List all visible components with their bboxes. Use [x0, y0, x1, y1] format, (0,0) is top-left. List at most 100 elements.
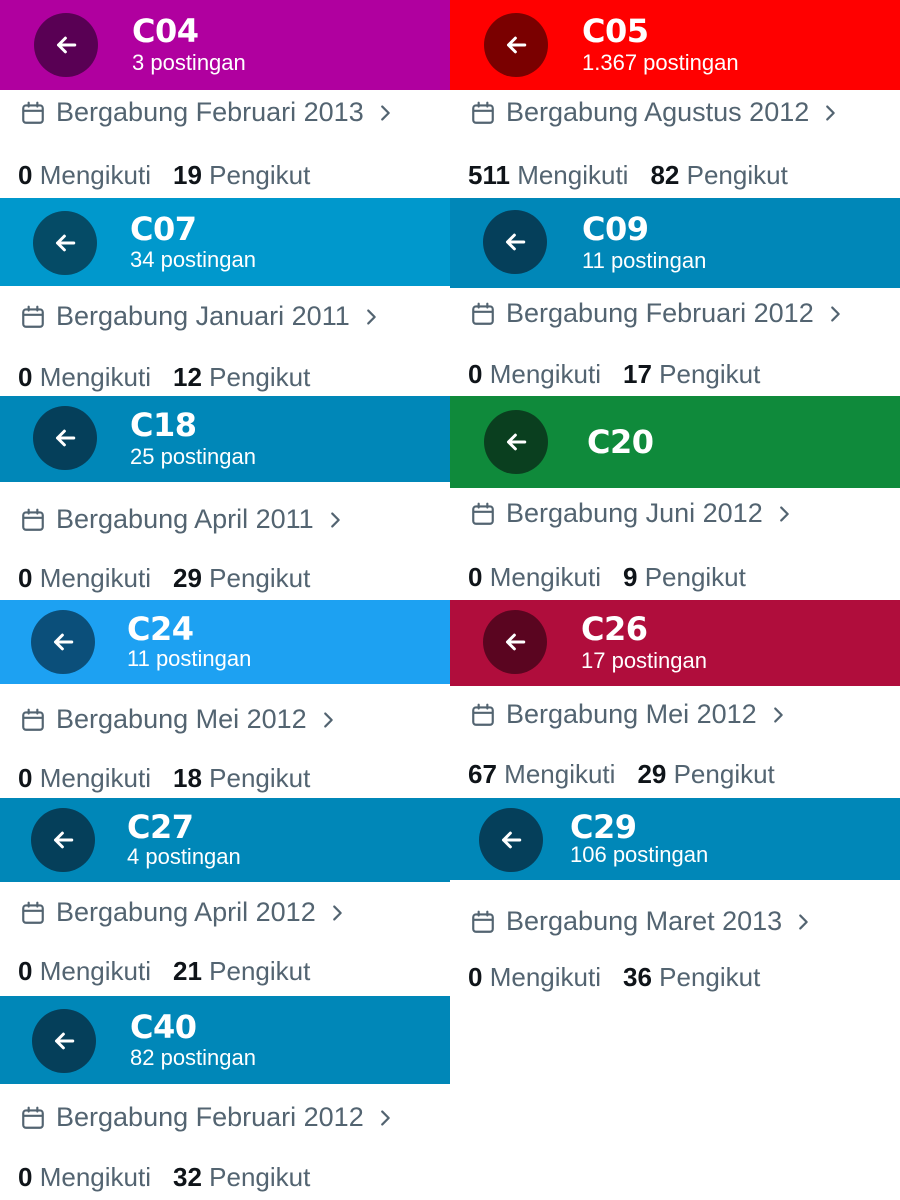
arrow-left-icon — [506, 233, 526, 251]
profile-header: C26 17 postingan — [450, 600, 900, 686]
profile-card: C20 Bergabung Juni 2012 0 Mengikuti 9 Pen… — [450, 396, 900, 596]
following-link[interactable]: 0 Mengikuti — [18, 1162, 151, 1192]
followers-label: Pengikut — [209, 1162, 311, 1192]
following-link[interactable]: 0 Mengikuti — [18, 160, 151, 190]
following-link[interactable]: 0 Mengikuti — [18, 763, 151, 793]
following-link[interactable]: 0 Mengikuti — [18, 956, 151, 986]
post-count: 11 postingan — [582, 248, 707, 273]
followers-link[interactable]: 29 Pengikut — [637, 759, 774, 789]
post-count: 1.367 postingan — [582, 50, 739, 75]
back-button[interactable] — [484, 410, 548, 474]
followers-label: Pengikut — [209, 956, 311, 986]
followers-link[interactable]: 29 Pengikut — [173, 563, 310, 593]
profile-card: C26 17 postingan Bergabung Mei 2012 67 M… — [450, 600, 900, 800]
followers-link[interactable]: 21 Pengikut — [173, 956, 310, 986]
joined-date: Bergabung April 2012 — [56, 897, 316, 927]
following-count: 511 — [468, 160, 510, 190]
calendar-icon — [22, 508, 44, 531]
followers-link[interactable]: 18 Pengikut — [173, 763, 310, 793]
joined-date-link[interactable]: Bergabung Mei 2012 — [470, 699, 789, 730]
post-count: 17 postingan — [581, 648, 707, 673]
post-count: 3 postingan — [132, 50, 246, 75]
following-count: 0 — [18, 763, 33, 793]
following-link[interactable]: 0 Mengikuti — [468, 562, 601, 592]
calendar-icon — [472, 302, 494, 325]
profile-name: C26 — [581, 610, 648, 648]
followers-link[interactable]: 36 Pengikut — [623, 962, 760, 992]
following-label: Mengikuti — [39, 956, 151, 986]
joined-date-link[interactable]: Bergabung Februari 2012 — [20, 1102, 396, 1133]
following-label: Mengikuti — [39, 1162, 151, 1192]
back-button[interactable] — [32, 1009, 96, 1073]
back-button[interactable] — [31, 808, 95, 872]
calendar-icon — [22, 101, 44, 124]
calendar-icon — [472, 101, 494, 124]
back-button[interactable] — [483, 610, 547, 674]
back-button[interactable] — [483, 210, 547, 274]
profile-card: C29 106 postingan Bergabung Maret 2013 0… — [450, 798, 900, 998]
followers-link[interactable]: 19 Pengikut — [173, 160, 310, 190]
post-count: 106 postingan — [570, 842, 709, 867]
arrow-left-icon — [55, 1032, 75, 1050]
chevron-right-icon — [332, 904, 342, 921]
joined-date-link[interactable]: Bergabung Februari 2013 — [20, 97, 396, 128]
back-button[interactable] — [34, 13, 98, 77]
calendar-icon — [472, 910, 494, 933]
followers-link[interactable]: 17 Pengikut — [623, 359, 760, 389]
followers-count: 29 — [637, 759, 667, 789]
joined-date-link[interactable]: Bergabung Januari 2011 — [20, 301, 382, 332]
back-button[interactable] — [31, 610, 95, 674]
profile-header: C29 106 postingan — [450, 798, 900, 880]
chevron-right-icon — [779, 505, 789, 522]
joined-date-link[interactable]: Bergabung Agustus 2012 — [470, 97, 841, 128]
joined-date-link[interactable]: Bergabung Februari 2012 — [470, 298, 846, 329]
followers-link[interactable]: 9 Pengikut — [623, 562, 746, 592]
joined-date-link[interactable]: Bergabung Maret 2013 — [470, 906, 814, 937]
following-label: Mengikuti — [489, 359, 601, 389]
following-link[interactable]: 0 Mengikuti — [468, 962, 601, 992]
following-count: 0 — [18, 956, 33, 986]
arrow-left-icon — [56, 234, 76, 252]
follow-stats: 0 Mengikuti 29 Pengikut — [18, 563, 310, 594]
chevron-right-icon — [330, 511, 340, 528]
arrow-left-icon — [502, 831, 522, 849]
followers-count: 21 — [172, 956, 202, 986]
following-label: Mengikuti — [489, 562, 601, 592]
joined-date: Bergabung Agustus 2012 — [506, 97, 810, 127]
back-button[interactable] — [479, 808, 543, 872]
follow-stats: 0 Mengikuti 32 Pengikut — [18, 1162, 310, 1193]
follow-stats: 0 Mengikuti 21 Pengikut — [18, 956, 310, 987]
followers-link[interactable]: 12 Pengikut — [173, 362, 310, 392]
profile-header: C04 3 postingan — [0, 0, 450, 90]
joined-date-link[interactable]: Bergabung Juni 2012 — [470, 498, 795, 529]
joined-date-link[interactable]: Bergabung Mei 2012 — [20, 704, 339, 735]
profile-name: C07 — [130, 210, 197, 248]
back-button[interactable] — [484, 13, 548, 77]
joined-date-link[interactable]: Bergabung April 2012 — [20, 897, 348, 928]
profile-card: C09 11 postingan Bergabung Februari 2012… — [450, 198, 900, 398]
back-button[interactable] — [33, 406, 97, 470]
following-link[interactable]: 511 Mengikuti — [468, 160, 628, 190]
following-link[interactable]: 0 Mengikuti — [18, 563, 151, 593]
followers-link[interactable]: 82 Pengikut — [650, 160, 787, 190]
following-link[interactable]: 67 Mengikuti — [468, 759, 615, 789]
joined-date: Bergabung Februari 2012 — [506, 298, 814, 328]
followers-label: Pengikut — [209, 763, 311, 793]
following-link[interactable]: 0 Mengikuti — [18, 362, 151, 392]
following-label: Mengikuti — [39, 563, 151, 593]
post-count: 82 postingan — [130, 1045, 256, 1070]
following-count: 67 — [468, 759, 497, 789]
profile-header: C18 25 postingan — [0, 396, 450, 482]
profile-card: C04 3 postingan Bergabung Februari 2013 … — [0, 0, 450, 200]
following-count: 0 — [468, 562, 483, 592]
followers-count: 17 — [622, 359, 652, 389]
post-count: 25 postingan — [130, 444, 256, 469]
followers-link[interactable]: 32 Pengikut — [173, 1162, 310, 1192]
arrow-left-icon — [506, 633, 526, 651]
profile-card: C27 4 postingan Bergabung April 2012 0 M… — [0, 798, 450, 998]
following-link[interactable]: 0 Mengikuti — [468, 359, 601, 389]
joined-date-link[interactable]: Bergabung April 2011 — [20, 504, 346, 535]
chevron-right-icon — [366, 308, 376, 325]
back-button[interactable] — [33, 211, 97, 275]
arrow-left-icon — [57, 36, 77, 54]
